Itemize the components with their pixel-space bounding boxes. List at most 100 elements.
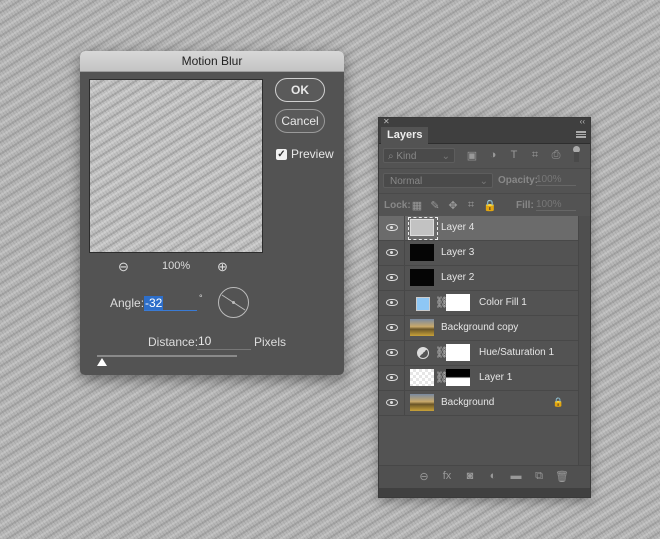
zoom-controls: ⊖ 100% ⊕: [80, 259, 270, 275]
layer-row[interactable]: Layer 2: [379, 266, 578, 291]
layer-thumbnail[interactable]: [410, 369, 434, 386]
divider: [404, 266, 405, 290]
angle-input[interactable]: -32: [144, 294, 197, 311]
chevron-down-icon: ⌄: [479, 176, 488, 187]
visibility-eye-icon[interactable]: [386, 249, 398, 256]
layer-row[interactable]: ⛓ Hue/Saturation 1: [379, 341, 578, 366]
layer-thumbnail[interactable]: [410, 394, 434, 411]
visibility-eye-icon[interactable]: [386, 349, 398, 356]
shape-filter-icon[interactable]: ⌗: [528, 149, 542, 162]
visibility-eye-icon[interactable]: [386, 374, 398, 381]
new-layer-icon[interactable]: ⧉: [532, 470, 546, 483]
lock-label: Lock:: [384, 200, 411, 211]
new-adjustment-icon[interactable]: ◐: [486, 470, 500, 483]
layer-name[interactable]: Background copy: [441, 322, 518, 333]
layer-row[interactable]: Background copy: [379, 316, 578, 341]
panel-menu-icon[interactable]: [576, 131, 586, 138]
divider: [404, 241, 405, 265]
add-mask-icon[interactable]: ◙: [463, 470, 477, 483]
lock-position-icon[interactable]: ✥: [447, 199, 459, 212]
layer-row[interactable]: ⛓ Layer 1: [379, 366, 578, 391]
layer-name[interactable]: Layer 3: [441, 247, 474, 258]
close-icon[interactable]: ✕: [383, 117, 390, 126]
divider: [404, 291, 405, 315]
distance-slider-track[interactable]: [97, 355, 237, 357]
blend-mode-value: Normal: [390, 176, 423, 187]
adjustment-filter-icon[interactable]: ◑: [486, 149, 500, 162]
layer-mask-thumbnail[interactable]: [446, 294, 470, 311]
layer-name[interactable]: Layer 1: [479, 372, 512, 383]
smart-object-filter-icon[interactable]: ⎙: [549, 149, 563, 162]
opacity-label: Opacity:: [498, 175, 539, 186]
visibility-eye-icon[interactable]: [386, 224, 398, 231]
layers-panel: ✕ ‹‹ Layers ⌕ Kind ⌄ ▣ ◑ T ⌗ ⎙ Normal ⌄ …: [378, 117, 591, 498]
tab-layers[interactable]: Layers: [381, 127, 429, 144]
visibility-eye-icon[interactable]: [386, 299, 398, 306]
ok-button[interactable]: OK: [275, 78, 325, 102]
preview-label: Preview: [291, 147, 334, 161]
dialog-title[interactable]: Motion Blur: [80, 51, 344, 72]
layer-row[interactable]: Layer 4: [379, 216, 578, 241]
layer-name[interactable]: Color Fill 1: [479, 297, 527, 308]
zoom-in-icon[interactable]: ⊕: [217, 259, 228, 275]
angle-value[interactable]: -32: [144, 296, 164, 310]
delete-layer-icon[interactable]: 🗑: [555, 470, 569, 483]
pixel-filter-icon[interactable]: ▣: [465, 149, 479, 162]
filter-toggle[interactable]: [573, 146, 580, 162]
cancel-button[interactable]: Cancel: [275, 109, 325, 133]
opacity-input[interactable]: 100%: [536, 174, 576, 186]
lock-icons: ▦ ✎ ✥ ⌗ 🔒: [411, 199, 497, 212]
layers-scrollbar[interactable]: [578, 216, 590, 468]
layer-name[interactable]: Layer 4: [441, 222, 474, 233]
adjustment-layer-icon[interactable]: [417, 347, 429, 359]
divider: [404, 216, 405, 240]
layer-row[interactable]: Layer 3: [379, 241, 578, 266]
distance-slider-thumb[interactable]: [97, 358, 107, 366]
layer-row[interactable]: Background 🔒: [379, 391, 578, 416]
panel-resize-bar[interactable]: [379, 488, 590, 497]
layer-mask-thumbnail[interactable]: [446, 369, 470, 386]
visibility-eye-icon[interactable]: [386, 399, 398, 406]
angle-label: Angle:: [110, 296, 145, 310]
layer-thumbnail[interactable]: [410, 269, 434, 286]
fill-input[interactable]: 100%: [536, 199, 576, 211]
distance-unit: Pixels: [254, 335, 287, 349]
preview-canvas[interactable]: [89, 79, 263, 253]
blend-mode-select[interactable]: Normal ⌄: [383, 173, 493, 188]
layer-name[interactable]: Background: [441, 397, 494, 408]
lock-transparent-icon[interactable]: ▦: [411, 199, 423, 212]
layer-thumbnail[interactable]: [410, 219, 434, 236]
link-layers-icon[interactable]: ⊖: [417, 470, 431, 483]
visibility-eye-icon[interactable]: [386, 274, 398, 281]
visibility-eye-icon[interactable]: [386, 324, 398, 331]
lock-icon: 🔒: [552, 397, 564, 407]
divider: [404, 391, 405, 415]
layer-mask-thumbnail[interactable]: [446, 344, 470, 361]
preview-checkbox[interactable]: ✓: [276, 148, 287, 160]
lock-all-icon[interactable]: 🔒: [483, 199, 497, 212]
angle-dial[interactable]: [218, 287, 249, 318]
layer-thumbnail[interactable]: [410, 319, 434, 336]
lock-artboard-icon[interactable]: ⌗: [465, 199, 477, 212]
layer-style-icon[interactable]: fx: [440, 470, 454, 483]
color-fill-swatch[interactable]: [416, 297, 430, 311]
zoom-out-icon[interactable]: ⊖: [118, 259, 129, 275]
collapse-icon[interactable]: ‹‹: [580, 117, 585, 126]
distance-input[interactable]: 10: [197, 334, 251, 350]
layer-name[interactable]: Layer 2: [441, 272, 474, 283]
layer-thumbnail[interactable]: [410, 244, 434, 261]
filter-kind-select[interactable]: ⌕ Kind ⌄: [383, 148, 455, 163]
divider: [404, 366, 405, 390]
layer-row[interactable]: ⛓ Color Fill 1: [379, 291, 578, 316]
panel-tabs: Layers: [379, 127, 590, 144]
search-icon: ⌕: [388, 151, 394, 162]
type-filter-icon[interactable]: T: [507, 149, 521, 162]
preview-checkbox-row[interactable]: ✓ Preview: [276, 147, 334, 161]
new-group-icon[interactable]: ▬: [509, 470, 523, 483]
motion-blur-dialog: Motion Blur OK Cancel ✓ Preview ⊖ 100% ⊕…: [80, 51, 344, 375]
divider: [404, 341, 405, 365]
chevron-down-icon: ⌄: [441, 151, 450, 162]
layer-name[interactable]: Hue/Saturation 1: [479, 347, 554, 358]
panel-footer: ⊖ fx ◙ ◐ ▬ ⧉ 🗑: [379, 465, 590, 488]
lock-image-icon[interactable]: ✎: [429, 199, 441, 212]
